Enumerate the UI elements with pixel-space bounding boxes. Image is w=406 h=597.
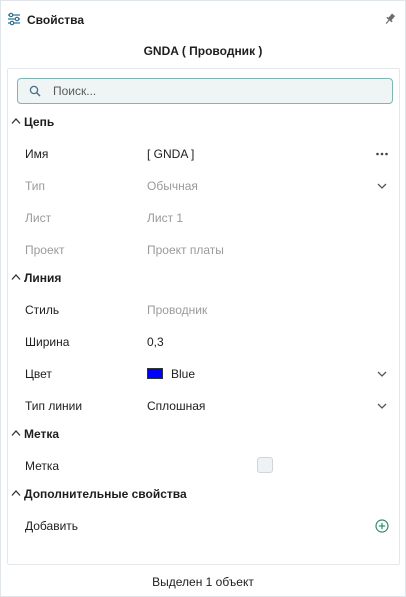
color-swatch bbox=[147, 368, 163, 379]
add-circle-icon[interactable] bbox=[375, 519, 389, 533]
panel-header: Свойства bbox=[1, 1, 405, 39]
chevron-down-icon[interactable] bbox=[375, 367, 389, 381]
search-box[interactable] bbox=[17, 78, 393, 104]
project-value: Проект платы bbox=[147, 243, 224, 257]
properties-window: Свойства GNDA ( Проводник ) Цепь bbox=[0, 0, 406, 597]
width-label: Ширина bbox=[25, 335, 70, 349]
row-type: Тип Обычная bbox=[8, 175, 399, 197]
style-label: Стиль bbox=[25, 303, 60, 317]
color-value[interactable]: Blue bbox=[147, 367, 195, 381]
project-label: Проект bbox=[25, 243, 65, 257]
chevron-up-icon[interactable] bbox=[11, 117, 21, 125]
name-label: Имя bbox=[25, 147, 49, 161]
chevron-up-icon[interactable] bbox=[11, 489, 21, 497]
chevron-up-icon[interactable] bbox=[11, 273, 21, 281]
section-line-title: Линия bbox=[24, 271, 62, 285]
sheet-label: Лист bbox=[25, 211, 52, 225]
row-color: Цвет Blue bbox=[8, 363, 399, 385]
row-line-type: Тип линии Сплошная bbox=[8, 395, 399, 417]
color-name: Blue bbox=[171, 367, 196, 381]
search-icon bbox=[29, 85, 41, 97]
chevron-down-icon[interactable] bbox=[375, 399, 389, 413]
name-value[interactable]: [ GNDA ] bbox=[147, 147, 194, 161]
style-value: Проводник bbox=[147, 303, 208, 317]
search-input[interactable] bbox=[53, 82, 383, 100]
row-sheet: Лист Лист 1 bbox=[8, 207, 399, 229]
color-label: Цвет bbox=[25, 367, 52, 381]
row-project: Проект Проект платы bbox=[8, 239, 399, 261]
type-value[interactable]: Обычная bbox=[147, 179, 198, 193]
section-mark[interactable]: Метка bbox=[8, 424, 399, 444]
row-mark: Метка bbox=[8, 455, 399, 477]
status-bar: Выделен 1 объект bbox=[152, 575, 254, 589]
section-mark-title: Метка bbox=[24, 427, 60, 441]
sheet-value: Лист 1 bbox=[147, 211, 184, 225]
mark-label: Метка bbox=[25, 459, 60, 473]
line-type-value[interactable]: Сплошная bbox=[147, 399, 205, 413]
section-net-title: Цепь bbox=[24, 115, 55, 129]
row-style: Стиль Проводник bbox=[8, 299, 399, 321]
panel-title: Свойства bbox=[27, 13, 85, 27]
width-value[interactable]: 0,3 bbox=[147, 335, 164, 349]
row-name: Имя [ GNDA ] bbox=[8, 143, 399, 165]
section-extra[interactable]: Дополнительные свойства bbox=[8, 484, 399, 504]
sliders-icon[interactable] bbox=[7, 12, 21, 26]
type-label: Тип bbox=[25, 179, 46, 193]
row-width: Ширина 0,3 bbox=[8, 331, 399, 353]
section-net[interactable]: Цепь bbox=[8, 112, 399, 132]
chevron-up-icon[interactable] bbox=[11, 429, 21, 437]
properties-panel: Цепь Имя [ GNDA ] Тип Обычная Лист Лист … bbox=[7, 68, 400, 565]
section-extra-title: Дополнительные свойства bbox=[24, 487, 187, 501]
chevron-down-icon[interactable] bbox=[375, 179, 389, 193]
more-icon[interactable] bbox=[375, 147, 389, 161]
section-line[interactable]: Линия bbox=[8, 268, 399, 288]
add-label: Добавить bbox=[25, 519, 79, 533]
object-title: GNDA ( Проводник ) bbox=[143, 44, 263, 58]
pin-icon[interactable] bbox=[383, 12, 397, 26]
line-type-label: Тип линии bbox=[25, 399, 83, 413]
row-add: Добавить bbox=[8, 515, 399, 537]
mark-checkbox[interactable] bbox=[257, 457, 273, 473]
